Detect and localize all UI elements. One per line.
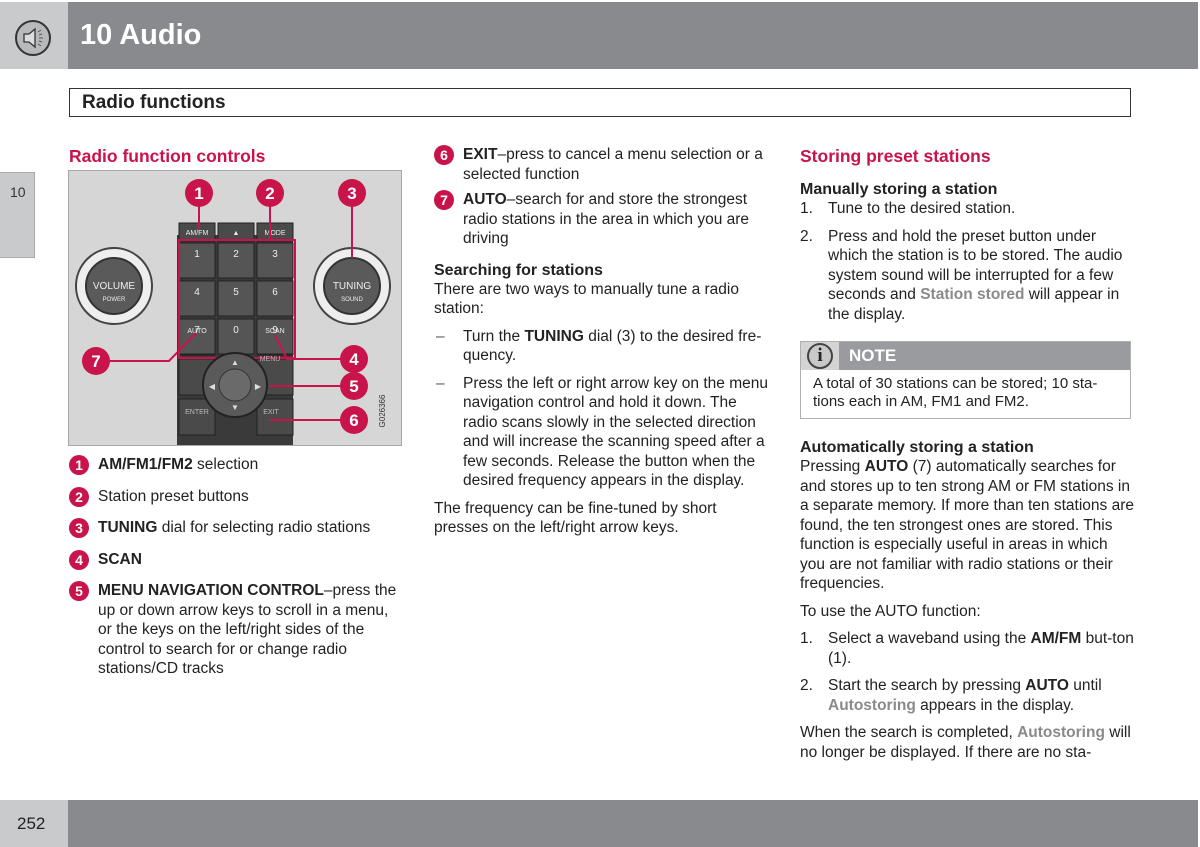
radio-controls-figure: AM/FM ▲ MODE 1234567890 AUTO SCAN MENU E… bbox=[68, 170, 402, 446]
preset-key-label: 3 bbox=[272, 249, 278, 260]
legend-item: 3 TUNING dial for selecting radio statio… bbox=[69, 518, 404, 538]
tuning-label: TUNING bbox=[333, 281, 372, 292]
chapter-tab[interactable]: 10 bbox=[0, 172, 35, 258]
callout-badge: 5 bbox=[69, 581, 89, 601]
searching-heading: Searching for stations bbox=[434, 261, 603, 279]
controls-legend: 1 AM/FM1/FM2 selection 2 Station preset … bbox=[69, 455, 404, 691]
figure-code: G026366 bbox=[378, 394, 387, 427]
legend-item: 2 Station preset buttons bbox=[69, 486, 404, 507]
note-label: NOTE bbox=[849, 346, 897, 365]
enter-label: ENTER bbox=[185, 409, 209, 416]
storing-heading: Storing preset stations bbox=[800, 146, 991, 166]
callout-number: 4 bbox=[349, 350, 359, 369]
preset-key-label: 5 bbox=[233, 287, 239, 298]
fine-tune-text: The frequency can be fine-tuned by short… bbox=[434, 499, 717, 537]
exit-label: EXIT bbox=[263, 409, 279, 416]
callout-badge: 6 bbox=[434, 145, 454, 165]
numbered-step: 2. Press and hold the preset button under… bbox=[800, 227, 1123, 323]
callout-badge: 4 bbox=[69, 549, 89, 570]
auto-storing-section: Automatically storing a station Pressing… bbox=[800, 438, 1135, 770]
note-box: i NOTE A total of 30 stations can be sto… bbox=[800, 341, 1131, 419]
radio-panel-illustration: AM/FM ▲ MODE 1234567890 AUTO SCAN MENU E… bbox=[75, 179, 391, 445]
numbered-step: 2. Start the search by pressing AUTO unti… bbox=[800, 677, 1102, 714]
panel-button bbox=[256, 398, 294, 436]
auto-heading: Automatically storing a station bbox=[800, 439, 1034, 456]
nav-center-button bbox=[218, 368, 252, 402]
svg-text:▼: ▼ bbox=[231, 403, 239, 412]
preset-key-label: 2 bbox=[233, 249, 239, 260]
auto-button: AUTO bbox=[187, 328, 207, 335]
top-button-row: AM/FM ▲ MODE bbox=[178, 222, 294, 242]
callout-number: 2 bbox=[265, 184, 274, 203]
auto-paragraph: Pressing AUTO (7) automatically searches… bbox=[800, 458, 1134, 592]
preset-key-label: 6 bbox=[272, 287, 278, 298]
legend-item: 7 AUTO–search for and store the stronges… bbox=[434, 190, 770, 249]
power-label: POWER bbox=[103, 297, 126, 303]
chapter-number: 10 bbox=[10, 184, 26, 200]
legend-item: 4 SCAN bbox=[69, 549, 404, 570]
mode-button: MODE bbox=[265, 230, 286, 237]
callout-badge: 7 bbox=[434, 190, 454, 210]
middle-column: 6 EXIT–press to cancel a menu selection … bbox=[434, 145, 770, 546]
callout-badge: 3 bbox=[69, 518, 89, 538]
header-icon-area bbox=[0, 2, 68, 69]
preset-key-label: 1 bbox=[194, 249, 200, 260]
callout-number: 5 bbox=[349, 377, 358, 396]
radio-controls-heading: Radio function controls bbox=[69, 146, 266, 166]
header-bar bbox=[68, 2, 1198, 69]
speaker-icon bbox=[15, 20, 51, 56]
svg-text:◀: ◀ bbox=[209, 382, 216, 391]
dash-item: – Turn the TUNING dial (3) to the desire… bbox=[436, 327, 762, 365]
chapter-title: 10 Audio bbox=[80, 19, 202, 51]
page-number: 252 bbox=[17, 814, 46, 833]
callout-number: 7 bbox=[91, 352, 100, 371]
menu-label: MENU bbox=[260, 356, 281, 363]
volume-label: VOLUME bbox=[93, 281, 136, 292]
svg-text:▶: ▶ bbox=[255, 382, 262, 391]
note-text: A total of 30 stations can be stored; 10… bbox=[813, 375, 1098, 410]
preset-key-label: 4 bbox=[194, 287, 200, 298]
info-icon: i bbox=[807, 343, 833, 369]
sound-label: SOUND bbox=[341, 297, 363, 303]
svg-text:▲: ▲ bbox=[231, 358, 239, 367]
legend-item: 5 MENU NAVIGATION CONTROL–press the up o… bbox=[69, 581, 404, 679]
amfm-button: AM/FM bbox=[186, 230, 209, 237]
footer-bar bbox=[68, 800, 1198, 847]
preset-key-label: 0 bbox=[233, 325, 239, 336]
callout-badge: 1 bbox=[69, 455, 89, 475]
use-auto-text: To use the AUTO function: bbox=[800, 602, 981, 620]
manual-heading: Manually storing a station bbox=[800, 181, 998, 198]
numbered-step: 1. Tune to the desired station. bbox=[800, 200, 1016, 217]
callout-number: 6 bbox=[349, 411, 358, 430]
callout-number: 3 bbox=[347, 184, 356, 203]
completion-text: When the search is completed, Autostorin… bbox=[800, 724, 1131, 761]
dash-item: – Press the left or right arrow key on t… bbox=[436, 374, 768, 490]
numbered-step: 1. Select a waveband using the AM/FM but-… bbox=[800, 630, 1134, 667]
scan-button: SCAN bbox=[265, 328, 284, 335]
callout-number: 1 bbox=[194, 184, 203, 203]
eject-button: ▲ bbox=[233, 230, 240, 237]
callout-badge: 2 bbox=[69, 486, 89, 507]
manual-storing-section: Manually storing a station 1. Tune to the… bbox=[800, 180, 1135, 332]
legend-item: 6 EXIT–press to cancel a menu selection … bbox=[434, 145, 770, 184]
legend-item: 1 AM/FM1/FM2 selection bbox=[69, 455, 404, 475]
search-intro: There are two ways to manually tune a ra… bbox=[434, 280, 739, 318]
section-title-box: Radio functions bbox=[69, 88, 1131, 117]
section-title: Radio functions bbox=[82, 92, 226, 113]
